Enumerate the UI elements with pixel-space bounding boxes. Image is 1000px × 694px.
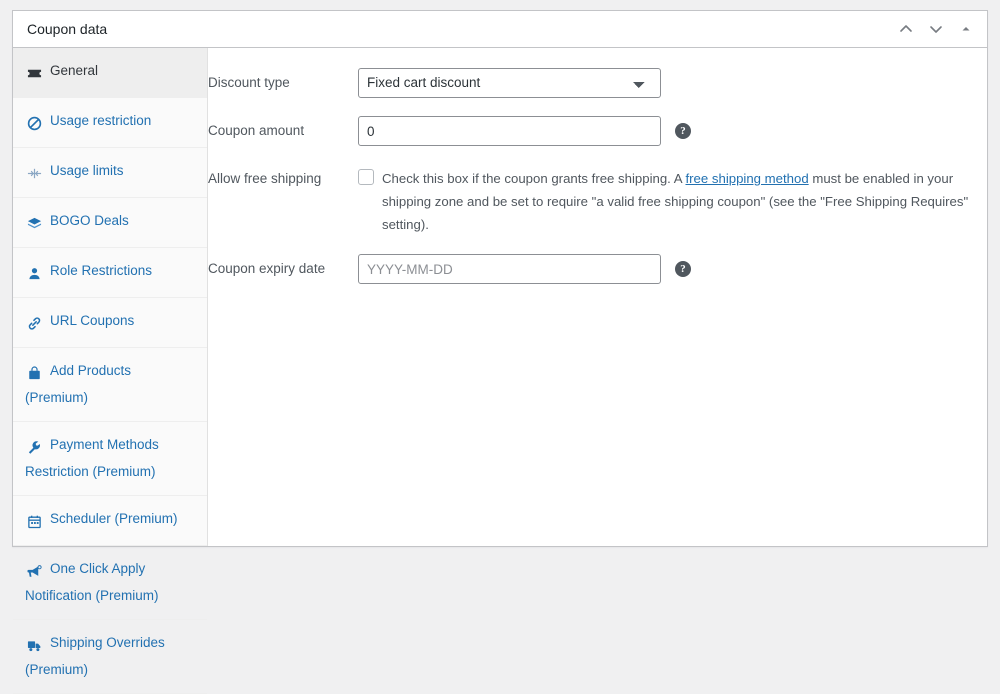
- panel-header: Coupon data: [13, 11, 987, 48]
- sidebar-item-label: Role Restrictions: [50, 263, 152, 278]
- coupon-expiry-date-help-icon[interactable]: ?: [675, 261, 691, 277]
- limits-icon: [25, 162, 43, 186]
- triangle-up-icon: [960, 23, 972, 35]
- sidebar-item-general[interactable]: General: [13, 48, 207, 98]
- sidebar-item-label: Usage restriction: [50, 113, 151, 128]
- sidebar-item-label: General: [50, 63, 98, 78]
- allow-free-shipping-row: Allow free shipping Check this box if th…: [208, 160, 971, 240]
- stack-icon: [25, 212, 43, 236]
- coupon-expiry-date-row: Coupon expiry date ?: [208, 250, 971, 288]
- coupon-expiry-date-label: Coupon expiry date: [208, 254, 358, 279]
- megaphone-icon: [25, 560, 43, 584]
- sidebar-item-usage-restriction[interactable]: Usage restriction: [13, 98, 207, 148]
- sidebar-item-add-products[interactable]: Add Products (Premium): [13, 348, 207, 422]
- chevron-up-icon: [899, 22, 913, 36]
- coupon-data-panel: Coupon data: [12, 10, 988, 547]
- chevron-down-icon: [929, 22, 943, 36]
- discount-type-select[interactable]: Percentage discount Fixed cart discount …: [358, 68, 661, 98]
- link-icon: [25, 312, 43, 336]
- ticket-icon: [25, 62, 43, 86]
- page-title: Coupon data: [27, 22, 107, 36]
- sidebar-item-shipping-overrides[interactable]: Shipping Overrides (Premium): [13, 620, 207, 694]
- coupon-amount-help-icon[interactable]: ?: [675, 123, 691, 139]
- sidebar-item-payment-methods-restriction[interactable]: Payment Methods Restriction (Premium): [13, 422, 207, 496]
- sidebar-item-role-restrictions[interactable]: Role Restrictions: [13, 248, 207, 298]
- coupon-amount-input[interactable]: [358, 116, 661, 146]
- allow-free-shipping-description: Check this box if the coupon grants free…: [382, 167, 971, 236]
- allow-free-shipping-label: Allow free shipping: [208, 164, 358, 189]
- discount-type-label: Discount type: [208, 68, 358, 93]
- wrench-icon: [25, 436, 43, 460]
- panel-body: General Usage restriction Usage limits: [13, 48, 987, 546]
- sidebar-item-usage-limits[interactable]: Usage limits: [13, 148, 207, 198]
- sidebar-item-label: URL Coupons: [50, 313, 134, 328]
- desc-text-before: Check this box if the coupon grants free…: [382, 171, 686, 186]
- sidebar-item-url-coupons[interactable]: URL Coupons: [13, 298, 207, 348]
- sidebar-item-label: Payment Methods Restriction (Premium): [25, 437, 159, 479]
- toggle-panel-button[interactable]: [951, 14, 981, 44]
- bag-icon: [25, 362, 43, 386]
- panel-header-controls: [891, 14, 981, 44]
- coupon-amount-row: Coupon amount ?: [208, 112, 971, 150]
- calendar-icon: [25, 510, 43, 534]
- sidebar-item-label: BOGO Deals: [50, 213, 129, 228]
- no-entry-icon: [25, 112, 43, 136]
- person-icon: [25, 262, 43, 286]
- move-up-button[interactable]: [891, 14, 921, 44]
- truck-icon: [25, 634, 43, 658]
- sidebar-item-scheduler[interactable]: Scheduler (Premium): [13, 496, 207, 546]
- sidebar-item-one-click-apply-notification[interactable]: One Click Apply Notification (Premium): [13, 546, 207, 620]
- discount-type-row: Discount type Percentage discount Fixed …: [208, 64, 971, 102]
- move-down-button[interactable]: [921, 14, 951, 44]
- allow-free-shipping-checkbox[interactable]: [358, 169, 374, 185]
- sidebar-item-bogo-deals[interactable]: BOGO Deals: [13, 198, 207, 248]
- sidebar-item-label: Scheduler (Premium): [50, 511, 178, 526]
- coupon-amount-label: Coupon amount: [208, 116, 358, 141]
- sidebar-item-label: Usage limits: [50, 163, 124, 178]
- coupon-expiry-date-input[interactable]: [358, 254, 661, 284]
- free-shipping-method-link[interactable]: free shipping method: [686, 171, 809, 186]
- sidebar-item-label: One Click Apply Notification (Premium): [25, 561, 159, 603]
- coupon-general-panel: Discount type Percentage discount Fixed …: [208, 48, 987, 546]
- coupon-data-tabs: General Usage restriction Usage limits: [13, 48, 208, 546]
- sidebar-item-label: Shipping Overrides (Premium): [25, 635, 165, 677]
